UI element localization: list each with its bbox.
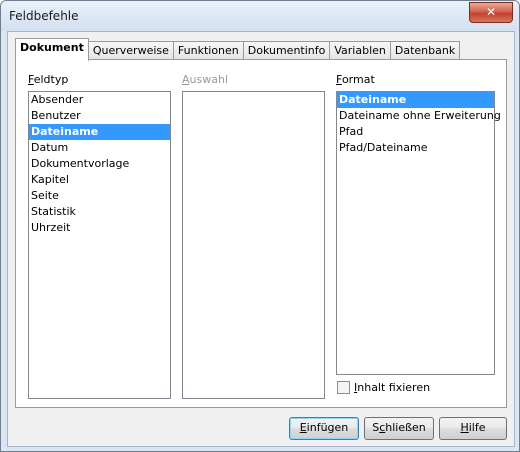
- list-item[interactable]: Absender: [29, 92, 170, 108]
- list-item[interactable]: Datum: [29, 140, 170, 156]
- tab-querverweise[interactable]: Querverweise: [87, 41, 174, 61]
- list-item[interactable]: Pfad: [337, 124, 494, 140]
- list-item[interactable]: Benutzer: [29, 108, 170, 124]
- list-item[interactable]: Kapitel: [29, 172, 170, 188]
- close-button[interactable]: Schließen: [364, 417, 434, 440]
- list-item-selected[interactable]: Dateiname: [337, 92, 494, 108]
- list-item[interactable]: Dokumentvorlage: [29, 156, 170, 172]
- feldtyp-list[interactable]: Absender Benutzer Dateiname Datum Dokume…: [28, 91, 171, 399]
- list-item[interactable]: Dateiname ohne Erweiterung: [337, 108, 501, 124]
- tab-funktionen[interactable]: Funktionen: [172, 41, 244, 61]
- list-item[interactable]: Seite: [29, 188, 170, 204]
- insert-button[interactable]: Einfügen: [289, 417, 359, 440]
- close-window-button[interactable]: ✕: [469, 2, 513, 23]
- tab-dokument[interactable]: Dokument: [15, 38, 89, 61]
- tab-datenbank[interactable]: Datenbank: [389, 41, 461, 61]
- list-item-selected[interactable]: Dateiname: [29, 124, 170, 140]
- inhalt-fixieren-row[interactable]: Inhalt fixieren: [337, 381, 430, 394]
- auswahl-list[interactable]: [182, 91, 325, 399]
- dialog-window: Feldbefehle ✕ Dokument Querverweise Funk…: [0, 0, 520, 452]
- tab-variablen[interactable]: Variablen: [329, 41, 391, 61]
- list-item[interactable]: Statistik: [29, 204, 170, 220]
- tab-dokumentinfo[interactable]: Dokumentinfo: [242, 41, 331, 61]
- inhalt-fixieren-label: Inhalt fixieren: [354, 381, 431, 394]
- format-list[interactable]: Dateiname Dateiname ohne Erweiterung Pfa…: [336, 91, 501, 375]
- format-label: Format: [336, 73, 375, 86]
- window-title: Feldbefehle: [9, 9, 79, 23]
- feldtyp-label: Feldtyp: [28, 73, 69, 86]
- inhalt-fixieren-checkbox[interactable]: [337, 381, 350, 394]
- list-item[interactable]: Pfad/Dateiname: [337, 140, 494, 156]
- tab-panel-dokument: Feldtyp Absender Benutzer Dateiname Datu…: [15, 59, 507, 408]
- list-item[interactable]: Uhrzeit: [29, 220, 170, 236]
- tab-bar: Dokument Querverweise Funktionen Dokumen…: [15, 38, 461, 61]
- help-button[interactable]: Hilfe: [439, 417, 507, 440]
- title-bar[interactable]: Feldbefehle ✕: [1, 1, 519, 31]
- dialog-client-area: Dokument Querverweise Funktionen Dokumen…: [7, 31, 515, 447]
- auswahl-label: Auswahl: [182, 73, 228, 86]
